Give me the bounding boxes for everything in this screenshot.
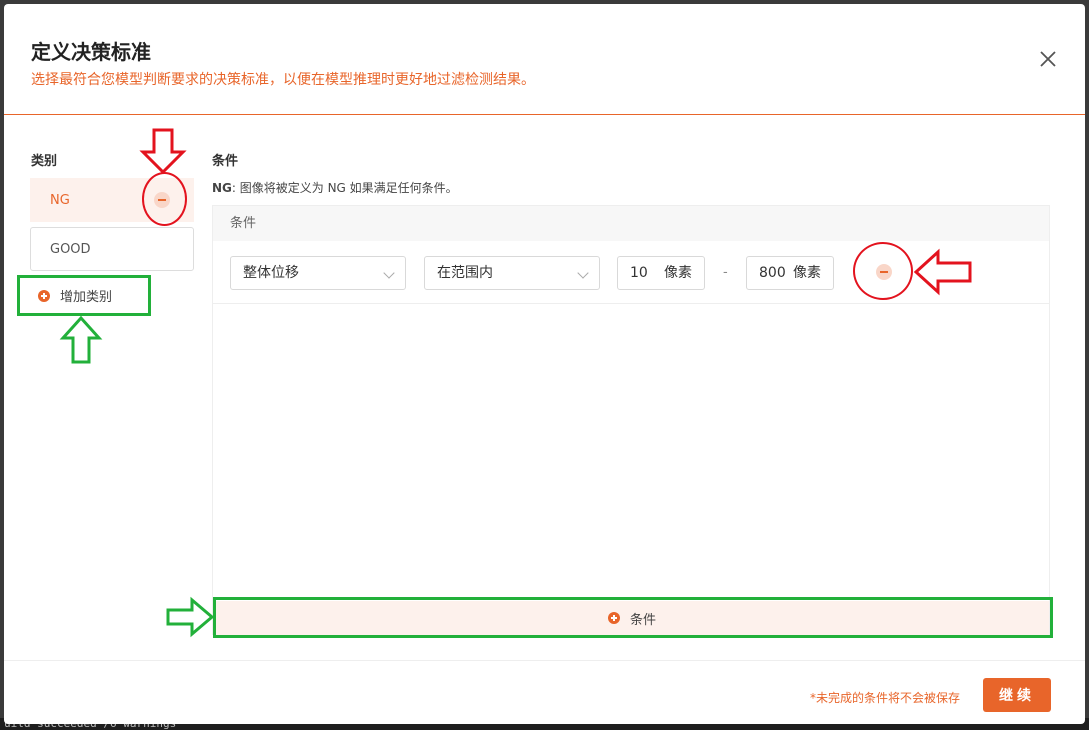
annotation-green-right-arrow: [166, 596, 215, 638]
max-unit: 像素: [793, 265, 821, 281]
annotation-red-circle: [142, 172, 187, 226]
annotation-red-down-arrow: [139, 128, 187, 175]
min-value-input[interactable]: 10 像素: [617, 256, 705, 290]
range-separator: -: [723, 265, 728, 280]
category-item-label: GOOD: [50, 242, 91, 257]
operator-select-value: 在范围内: [437, 265, 493, 281]
conditions-title: 条件: [212, 154, 239, 169]
chevron-down-icon: [383, 267, 395, 279]
footer-divider: [4, 660, 1085, 661]
min-unit: 像素: [664, 265, 692, 281]
close-icon[interactable]: [1037, 48, 1059, 70]
operator-select[interactable]: 在范围内: [424, 256, 600, 290]
category-section-label: 类别: [31, 154, 58, 169]
annotation-red-left-arrow: [913, 248, 972, 296]
annotation-green-up-arrow: [59, 315, 103, 364]
unsaved-warning-note: *未完成的条件将不会被保存: [810, 691, 961, 705]
dialog-title: 定义决策标准: [31, 40, 151, 64]
header-divider: [4, 114, 1085, 115]
chevron-down-icon: [577, 267, 589, 279]
annotation-green-box: [17, 275, 151, 316]
min-value: 10: [630, 265, 648, 281]
annotation-green-box: [213, 597, 1053, 638]
metric-select-value: 整体位移: [243, 265, 299, 281]
continue-button[interactable]: 继续: [983, 678, 1051, 712]
conditions-desc-category: NG: [212, 181, 232, 195]
metric-select[interactable]: 整体位移: [230, 256, 406, 290]
dialog-subtitle: 选择最符合您模型判断要求的决策标准，以便在模型推理时更好地过滤检测结果。: [31, 72, 535, 88]
conditions-description: NG: 图像将被定义为 NG 如果满足任何条件。: [212, 179, 458, 196]
category-item-label: NG: [50, 193, 70, 208]
conditions-desc-text: : 图像将被定义为 NG 如果满足任何条件。: [231, 181, 458, 195]
max-value: 800: [759, 265, 786, 281]
category-item-good[interactable]: GOOD: [30, 227, 194, 271]
annotation-red-circle: [853, 242, 913, 300]
max-value-input[interactable]: 800 像素: [746, 256, 834, 290]
conditions-panel-header: 条件: [213, 206, 1049, 241]
